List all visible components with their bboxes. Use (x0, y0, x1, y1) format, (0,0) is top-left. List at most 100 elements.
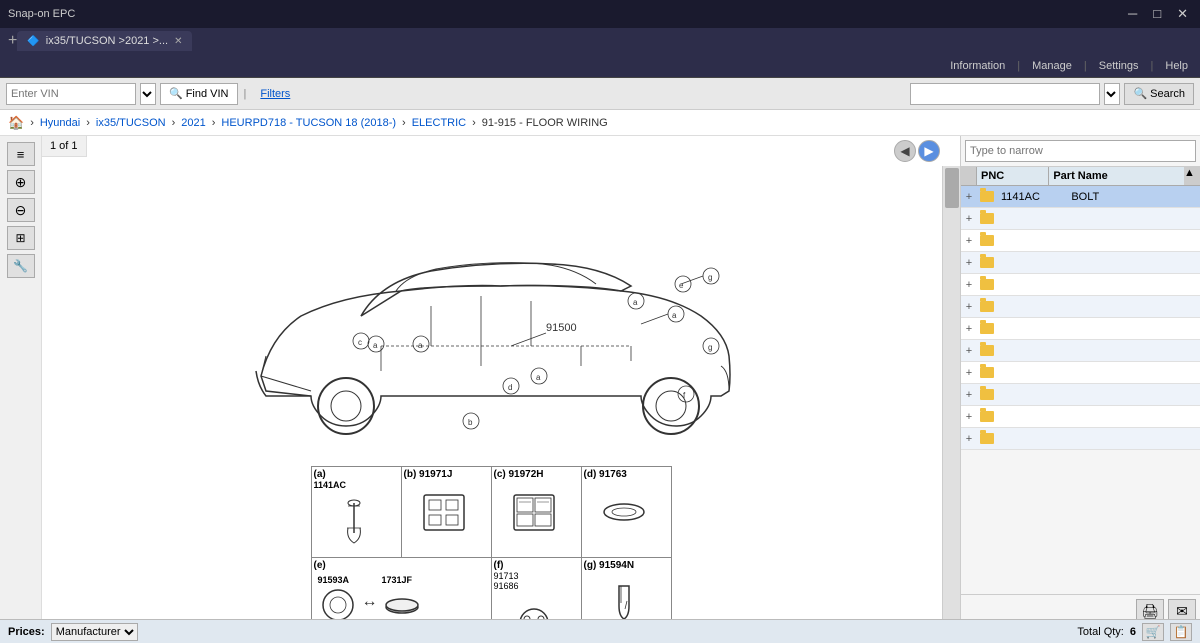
vertical-scrollbar[interactable] (942, 166, 960, 643)
breadcrumb-group[interactable]: HEURPD718 - TUCSON 18 (2018-) (221, 117, 396, 129)
breadcrumb-model[interactable]: ix35/TUCSON (96, 117, 166, 129)
expand-icon[interactable]: + (961, 301, 977, 313)
expand-icon[interactable]: + (961, 213, 977, 225)
breadcrumb-system[interactable]: ELECTRIC (412, 117, 466, 129)
part-pnc (997, 305, 1067, 309)
left-toolbar-panel: ≡ ⊕ ⊖ ⊞ 🔧 (0, 136, 42, 643)
narrow-input[interactable] (965, 140, 1196, 162)
part-row-10[interactable]: + (961, 406, 1200, 428)
nav-settings[interactable]: Settings (1099, 60, 1139, 72)
part-row-4[interactable]: + (961, 274, 1200, 296)
search-input[interactable] (910, 83, 1100, 105)
next-arrow-button[interactable]: ▶ (918, 140, 940, 162)
expand-icon[interactable]: + (961, 323, 977, 335)
part-row-6[interactable]: + (961, 318, 1200, 340)
part-pnc (997, 349, 1067, 353)
part-pnc (997, 327, 1067, 331)
part-pnc (997, 437, 1067, 441)
part-row-8[interactable]: + (961, 362, 1200, 384)
part-name (1067, 437, 1200, 441)
magnifier-icon: 🔍 (169, 87, 183, 100)
prices-label: Prices: (8, 626, 45, 638)
list-button[interactable]: 📋 (1170, 623, 1192, 641)
part-pnc (997, 239, 1067, 243)
new-tab-button[interactable]: + (8, 32, 17, 50)
menu-tool-button[interactable]: ≡ (7, 142, 35, 166)
zoom-out-button[interactable]: ⊖ (7, 198, 35, 222)
breadcrumb: 🏠 › Hyundai › ix35/TUCSON › 2021 › HEURP… (0, 110, 1200, 136)
close-button[interactable]: ✕ (1173, 6, 1192, 22)
svg-text:g: g (708, 343, 712, 352)
part-row-3[interactable]: + (961, 252, 1200, 274)
tab-close-button[interactable]: ✕ (174, 36, 182, 47)
folder-icon (977, 323, 997, 334)
expand-icon[interactable]: + (961, 389, 977, 401)
folder-icon (977, 191, 997, 202)
maximize-button[interactable]: □ (1149, 6, 1165, 22)
part-name (1067, 261, 1200, 265)
folder-icon (977, 213, 997, 224)
minimize-button[interactable]: ─ (1124, 6, 1141, 22)
expand-icon[interactable]: + (961, 191, 977, 203)
search-dropdown[interactable] (1104, 83, 1120, 105)
expand-icon[interactable]: + (961, 279, 977, 291)
find-vin-button[interactable]: 🔍 Find VIN (160, 83, 238, 105)
search-button[interactable]: 🔍 Search (1124, 83, 1194, 105)
expand-icon[interactable]: + (961, 411, 977, 423)
diagram-content: 91500 a e g g a (42, 166, 960, 643)
part-row-1[interactable]: + (961, 208, 1200, 230)
nav-information[interactable]: Information (950, 60, 1005, 72)
expand-icon[interactable]: + (961, 257, 977, 269)
part-row-5[interactable]: + (961, 296, 1200, 318)
settings-tool-button[interactable]: 🔧 (7, 254, 35, 278)
folder-icon (977, 389, 997, 400)
part-name (1067, 393, 1200, 397)
svg-text:d: d (508, 383, 512, 392)
svg-text:g: g (708, 273, 712, 282)
nav-manage[interactable]: Manage (1032, 60, 1072, 72)
folder-icon (977, 345, 997, 356)
page-counter: 1 of 1 (42, 136, 87, 157)
expand-icon[interactable]: + (961, 345, 977, 357)
part-row-7[interactable]: + (961, 340, 1200, 362)
tab-label: ix35/TUCSON >2021 >... (46, 35, 168, 47)
svg-text:a: a (418, 341, 423, 350)
svg-text:a: a (633, 298, 638, 307)
folder-icon (977, 279, 997, 290)
svg-text:91500: 91500 (546, 322, 577, 334)
vin-dropdown[interactable] (140, 83, 156, 105)
main-content: ≡ ⊕ ⊖ ⊞ 🔧 1 of 1 ◀ ▶ (0, 136, 1200, 643)
svg-text:a: a (672, 311, 677, 320)
part-name (1067, 371, 1200, 375)
part-row-9[interactable]: + (961, 384, 1200, 406)
svg-text:a: a (536, 373, 541, 382)
home-icon[interactable]: 🏠 (8, 115, 24, 131)
part-name (1067, 217, 1200, 221)
breadcrumb-hyundai[interactable]: Hyundai (40, 117, 80, 129)
filters-button[interactable]: Filters (252, 83, 298, 105)
expand-icon[interactable]: + (961, 235, 977, 247)
vin-input[interactable] (6, 83, 136, 105)
zoom-in-button[interactable]: ⊕ (7, 170, 35, 194)
app-title: Snap-on EPC (8, 8, 75, 20)
car-diagram: 91500 a e g g a (181, 176, 801, 466)
part-row-0[interactable]: + 1141AC BOLT (961, 186, 1200, 208)
active-tab[interactable]: 🔷 ix35/TUCSON >2021 >... ✕ (17, 31, 192, 51)
part-pnc (997, 415, 1067, 419)
right-panel: PNC Part Name ▲ + 1141AC BOLT + + (960, 136, 1200, 643)
prev-arrow-button[interactable]: ◀ (894, 140, 916, 162)
part-row-2[interactable]: + (961, 230, 1200, 252)
expand-icon[interactable]: + (961, 433, 977, 445)
folder-icon (977, 411, 997, 422)
scroll-thumb[interactable] (945, 168, 959, 208)
part-name (1067, 349, 1200, 353)
manufacturer-select[interactable]: Manufacturer (51, 623, 138, 641)
nav-help[interactable]: Help (1165, 60, 1188, 72)
folder-icon (977, 235, 997, 246)
part-row-11[interactable]: + (961, 428, 1200, 450)
cart-button[interactable]: 🛒 (1142, 623, 1164, 641)
expand-icon[interactable]: + (961, 367, 977, 379)
fit-view-button[interactable]: ⊞ (7, 226, 35, 250)
breadcrumb-year[interactable]: 2021 (181, 117, 205, 129)
search-icon: 🔍 (1133, 87, 1147, 100)
